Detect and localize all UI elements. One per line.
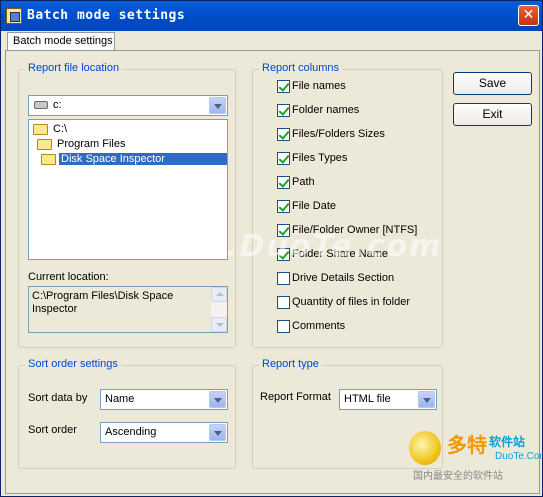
checkbox[interactable] <box>277 320 290 333</box>
checkbox[interactable] <box>277 152 290 165</box>
batch-mode-window: Batch mode settings ✕ Batch mode setting… <box>0 0 543 497</box>
checkbox-label: File names <box>292 80 346 92</box>
sort-order-field-label: Sort order <box>28 424 77 436</box>
checkbox[interactable] <box>277 80 290 93</box>
logo-brand: 多特 <box>447 435 487 457</box>
checkbox-label: Comments <box>292 320 346 332</box>
checkbox[interactable] <box>277 128 290 141</box>
current-location-value: C:\Program Files\Disk Space Inspector <box>32 290 174 315</box>
checkbox-label: Quantity of files in folder <box>292 296 411 308</box>
scroll-down-icon[interactable] <box>211 317 227 332</box>
report-columns-label: Report columns <box>259 62 343 74</box>
chevron-down-icon[interactable] <box>209 97 226 114</box>
current-location-field[interactable]: C:\Program Files\Disk Space Inspector <box>28 286 228 333</box>
chevron-down-icon[interactable] <box>209 391 226 408</box>
checkbox-label: Files Types <box>292 152 348 164</box>
tab-batch-mode-settings[interactable]: Batch mode settings <box>7 32 115 51</box>
report-format-value: HTML file <box>344 393 391 405</box>
checkbox-label: Path <box>292 176 315 188</box>
checkbox[interactable] <box>277 176 290 189</box>
chevron-down-icon[interactable] <box>209 424 226 441</box>
sort-order-value: Ascending <box>105 426 157 438</box>
report-format-select[interactable]: HTML file <box>339 389 437 410</box>
watermark: www.DuoTe.com <box>139 229 443 264</box>
logo-brand-suffix: 软件站 <box>489 435 526 449</box>
title-bar[interactable]: Batch mode settings ✕ <box>1 1 542 31</box>
window-title: Batch mode settings <box>27 8 186 23</box>
logo-site: DuoTe.Com <box>495 451 543 462</box>
scroll-up-icon[interactable] <box>211 287 227 302</box>
mascot-icon <box>409 431 441 465</box>
sort-order-label: Sort order settings <box>25 358 121 370</box>
report-file-location-label: Report file location <box>25 62 123 74</box>
folder-open-icon <box>33 124 48 135</box>
checkbox-label: File Date <box>292 200 337 212</box>
checkbox[interactable] <box>277 200 290 213</box>
drive-icon <box>34 101 48 109</box>
exit-button[interactable]: Exit <box>453 103 532 126</box>
sort-by-value: Name <box>105 393 135 405</box>
tree-item-label: C:\ <box>53 123 68 135</box>
sort-order-select[interactable]: Ascending <box>100 422 228 443</box>
checkbox[interactable] <box>277 296 290 309</box>
drive-value: c: <box>53 99 62 111</box>
drive-select[interactable]: c: <box>28 95 228 116</box>
close-button[interactable]: ✕ <box>518 5 539 26</box>
checkbox-label: Files/Folders Sizes <box>292 128 385 140</box>
chevron-down-icon[interactable] <box>418 391 435 408</box>
sort-by-label: Sort data by <box>28 392 88 404</box>
tree-item-label: Disk Space Inspector <box>59 153 227 165</box>
save-button[interactable]: Save <box>453 72 532 95</box>
sort-order-group: Sort order settings <box>18 358 236 469</box>
vertical-scrollbar[interactable] <box>211 287 227 332</box>
report-format-label: Report Format <box>260 391 331 403</box>
checkbox-label: Drive Details Section <box>292 272 395 284</box>
app-icon <box>6 8 22 24</box>
logo-slogan: 国内最安全的软件站 <box>413 471 503 482</box>
folder-open-icon <box>37 139 52 150</box>
checkbox[interactable] <box>277 272 290 285</box>
sort-by-select[interactable]: Name <box>100 389 228 410</box>
tree-item-label: Program Files <box>57 138 126 150</box>
checkbox[interactable] <box>277 104 290 117</box>
current-location-label: Current location: <box>28 271 109 283</box>
checkbox-label: Folder names <box>292 104 360 116</box>
report-type-label: Report type <box>259 358 322 370</box>
folder-open-icon <box>41 154 56 165</box>
duote-logo: 多特 软件站 DuoTe.Com 国内最安全的软件站 <box>409 429 543 482</box>
tree-item-selected[interactable]: Disk Space Inspector <box>41 152 227 167</box>
